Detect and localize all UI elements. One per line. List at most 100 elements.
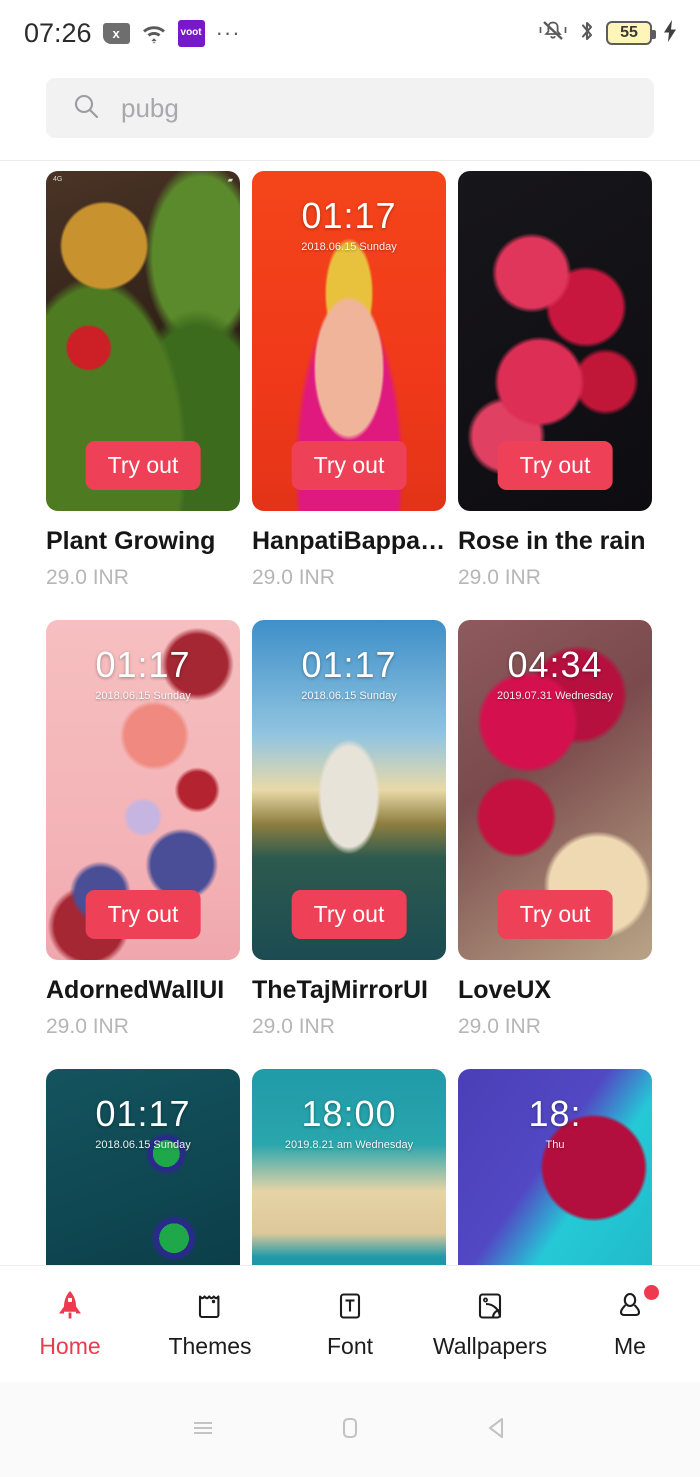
theme-title: AdornedWallUI bbox=[46, 976, 240, 1005]
menu-lines-icon bbox=[187, 1412, 219, 1449]
battery-level-label: 55 bbox=[620, 24, 638, 42]
theme-card[interactable]: 01:17 2018.06.15 Sunday Try out TheTajMi… bbox=[252, 620, 446, 1039]
theme-card[interactable]: 01:17 2018.06.15 Sunday Try out AdornedW… bbox=[46, 620, 240, 1039]
theme-price: 29.0 INR bbox=[252, 566, 446, 590]
theme-grid-row: 01:17 2018.06.15 Sunday 18:00 2019.8.21 … bbox=[0, 1069, 700, 1265]
font-t-icon bbox=[332, 1288, 368, 1324]
thumb-lock-date: 2018.06.15 Sunday bbox=[46, 690, 240, 702]
theme-thumbnail[interactable]: 18:00 2019.8.21 am Wednesday bbox=[252, 1069, 446, 1265]
bluetooth-icon bbox=[578, 18, 596, 49]
thumb-lock-date: Thu bbox=[458, 1139, 652, 1151]
theme-title: LoveUX bbox=[458, 976, 652, 1005]
thumb-lock-date: 2018.06.15 Sunday bbox=[46, 1139, 240, 1151]
search-query-text[interactable]: pubg bbox=[121, 93, 179, 124]
rocket-icon bbox=[52, 1288, 88, 1324]
thumb-lockscreen-overlay: 01:17 2018.06.15 Sunday bbox=[46, 620, 240, 702]
theme-price: 29.0 INR bbox=[458, 1015, 652, 1039]
search-icon bbox=[72, 92, 100, 125]
sim-x-label: x bbox=[112, 27, 119, 40]
theme-grid-row: 4G ▰ Try out Plant Growing 29.0 INR 01:1… bbox=[0, 171, 700, 590]
thumb-lock-time: 04:34 bbox=[458, 644, 652, 686]
status-bar: 07:26 x voot ··· bbox=[0, 0, 700, 66]
theme-card[interactable]: Try out Rose in the rain 29.0 INR bbox=[458, 171, 652, 590]
theme-card[interactable]: 04:34 2019.07.31 Wednesday Try out LoveU… bbox=[458, 620, 652, 1039]
tab-home[interactable]: Home bbox=[0, 1288, 140, 1360]
thumb-signal-label: 4G bbox=[53, 176, 62, 184]
recents-button[interactable] bbox=[181, 1409, 225, 1453]
theme-thumbnail[interactable]: 01:17 2018.06.15 Sunday Try out bbox=[252, 171, 446, 511]
thumb-lockscreen-overlay: 04:34 2019.07.31 Wednesday bbox=[458, 620, 652, 702]
tab-label-font: Font bbox=[327, 1333, 373, 1360]
theme-grid-row: 01:17 2018.06.15 Sunday Try out AdornedW… bbox=[0, 620, 700, 1039]
thumb-lock-time: 18:00 bbox=[252, 1093, 446, 1135]
thumb-lock-time: 18: bbox=[458, 1093, 652, 1135]
back-button[interactable] bbox=[475, 1409, 519, 1453]
voot-label: voot bbox=[181, 28, 202, 38]
theme-card[interactable]: 01:17 2018.06.15 Sunday Try out HanpatiB… bbox=[252, 171, 446, 590]
thumb-lockscreen-overlay: 18: Thu bbox=[458, 1069, 652, 1151]
thumb-lock-date: 2018.06.15 Sunday bbox=[252, 690, 446, 702]
thumb-lockscreen-overlay: 01:17 2018.06.15 Sunday bbox=[46, 1069, 240, 1151]
theme-thumbnail[interactable]: 18: Thu bbox=[458, 1069, 652, 1265]
theme-grid-scroll-area[interactable]: 4G ▰ Try out Plant Growing 29.0 INR 01:1… bbox=[0, 161, 700, 1265]
tab-wallpapers[interactable]: Wallpapers bbox=[420, 1288, 560, 1360]
person-icon bbox=[612, 1288, 648, 1324]
wallpaper-image-icon bbox=[472, 1288, 508, 1324]
thumb-battery-icon: ▰ bbox=[228, 176, 233, 184]
thumb-lock-time: 01:17 bbox=[252, 644, 446, 686]
theme-title: Plant Growing bbox=[46, 527, 240, 556]
theme-title: HanpatiBappaMou… bbox=[252, 527, 446, 556]
battery-icon: 55 bbox=[606, 21, 652, 45]
try-out-button[interactable]: Try out bbox=[86, 890, 201, 939]
theme-price: 29.0 INR bbox=[46, 566, 240, 590]
wifi-icon bbox=[141, 22, 167, 44]
theme-thumbnail[interactable]: 01:17 2018.06.15 Sunday bbox=[46, 1069, 240, 1265]
home-button[interactable] bbox=[328, 1409, 372, 1453]
android-navigation-bar bbox=[0, 1382, 700, 1477]
try-out-button[interactable]: Try out bbox=[86, 441, 201, 490]
sim-no-service-icon: x bbox=[103, 23, 130, 44]
theme-title: TheTajMirrorUI bbox=[252, 976, 446, 1005]
thumb-mini-status: 4G ▰ bbox=[53, 176, 233, 184]
tab-me[interactable]: Me bbox=[560, 1288, 700, 1360]
theme-price: 29.0 INR bbox=[46, 1015, 240, 1039]
themes-icon bbox=[192, 1288, 228, 1324]
theme-card[interactable]: 18: Thu bbox=[458, 1069, 652, 1265]
thumb-lockscreen-overlay: 01:17 2018.06.15 Sunday bbox=[252, 171, 446, 253]
thumb-lock-time: 01:17 bbox=[46, 1093, 240, 1135]
search-input[interactable]: pubg bbox=[46, 78, 654, 138]
thumb-lock-time: 01:17 bbox=[46, 644, 240, 686]
theme-card[interactable]: 01:17 2018.06.15 Sunday bbox=[46, 1069, 240, 1265]
charging-bolt-icon bbox=[662, 19, 678, 48]
theme-price: 29.0 INR bbox=[252, 1015, 446, 1039]
tab-font[interactable]: Font bbox=[280, 1288, 420, 1360]
vibrate-icon bbox=[538, 18, 568, 49]
tab-label-wallpapers: Wallpapers bbox=[433, 1333, 547, 1360]
theme-thumbnail[interactable]: Try out bbox=[458, 171, 652, 511]
theme-card[interactable]: 18:00 2019.8.21 am Wednesday bbox=[252, 1069, 446, 1265]
tab-label-themes: Themes bbox=[168, 1333, 251, 1360]
theme-thumbnail[interactable]: 01:17 2018.06.15 Sunday Try out bbox=[252, 620, 446, 960]
status-time: 07:26 bbox=[24, 18, 92, 49]
thumb-lock-date: 2018.06.15 Sunday bbox=[252, 241, 446, 253]
theme-thumbnail[interactable]: 4G ▰ Try out bbox=[46, 171, 240, 511]
voot-app-icon: voot bbox=[178, 20, 205, 47]
thumb-lock-time: 01:17 bbox=[252, 195, 446, 237]
tab-label-me: Me bbox=[614, 1333, 646, 1360]
try-out-button[interactable]: Try out bbox=[292, 441, 407, 490]
thumb-lock-date: 2019.8.21 am Wednesday bbox=[252, 1139, 446, 1151]
theme-price: 29.0 INR bbox=[458, 566, 652, 590]
theme-thumbnail[interactable]: 01:17 2018.06.15 Sunday Try out bbox=[46, 620, 240, 960]
rounded-square-icon bbox=[334, 1412, 366, 1449]
theme-thumbnail[interactable]: 04:34 2019.07.31 Wednesday Try out bbox=[458, 620, 652, 960]
tab-label-home: Home bbox=[39, 1333, 100, 1360]
tab-themes[interactable]: Themes bbox=[140, 1288, 280, 1360]
thumb-lockscreen-overlay: 18:00 2019.8.21 am Wednesday bbox=[252, 1069, 446, 1151]
me-notification-badge bbox=[644, 1285, 659, 1300]
try-out-button[interactable]: Try out bbox=[498, 441, 613, 490]
theme-card[interactable]: 4G ▰ Try out Plant Growing 29.0 INR bbox=[46, 171, 240, 590]
more-icons: ··· bbox=[216, 26, 241, 40]
try-out-button[interactable]: Try out bbox=[498, 890, 613, 939]
try-out-button[interactable]: Try out bbox=[292, 890, 407, 939]
status-bar-left: 07:26 x voot ··· bbox=[24, 18, 241, 49]
